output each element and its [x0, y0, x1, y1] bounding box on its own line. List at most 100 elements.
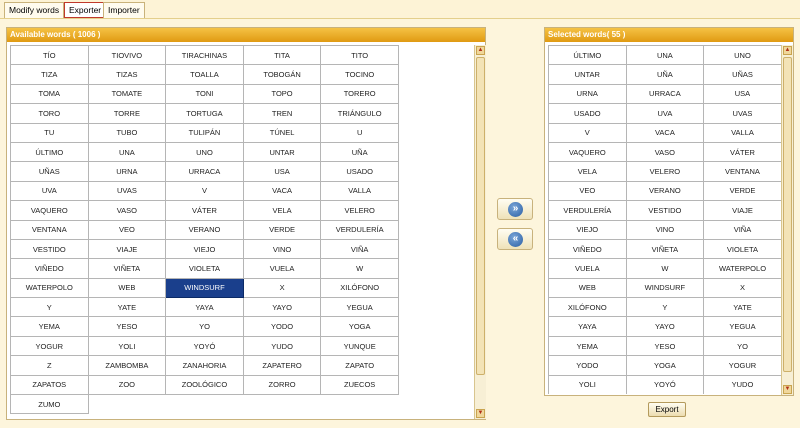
- word-cell[interactable]: TIOVIVO: [87, 45, 167, 66]
- word-cell[interactable]: TÚNEL: [242, 122, 322, 143]
- word-cell[interactable]: TU: [10, 122, 89, 143]
- word-cell[interactable]: YOGUR: [10, 335, 89, 357]
- word-cell[interactable]: VIÑEDO: [548, 238, 627, 260]
- scroll-down-icon[interactable]: ▼: [476, 409, 485, 418]
- word-cell[interactable]: TITA: [242, 45, 322, 66]
- word-cell[interactable]: YATE: [87, 297, 167, 318]
- word-cell[interactable]: V: [548, 122, 627, 143]
- word-cell[interactable]: URRACA: [165, 161, 244, 182]
- word-cell[interactable]: VIEJO: [165, 238, 244, 260]
- word-cell[interactable]: YESO: [87, 316, 167, 337]
- word-cell[interactable]: YOLI: [548, 374, 627, 394]
- word-cell[interactable]: UNA: [625, 45, 705, 66]
- word-cell[interactable]: TORO: [10, 103, 89, 124]
- export-button[interactable]: Export: [648, 402, 686, 417]
- word-cell[interactable]: ZORRO: [242, 374, 322, 396]
- word-cell[interactable]: WATERPOLO: [703, 258, 782, 279]
- word-cell[interactable]: VAQUERO: [548, 141, 627, 163]
- word-cell[interactable]: VERANO: [165, 219, 244, 240]
- word-cell[interactable]: VIEJO: [548, 219, 627, 240]
- word-cell[interactable]: VENTANA: [10, 219, 89, 240]
- word-cell[interactable]: VUELA: [548, 258, 627, 279]
- word-cell[interactable]: VERDE: [242, 219, 322, 240]
- word-cell[interactable]: VACA: [242, 180, 322, 202]
- word-cell[interactable]: TONI: [165, 83, 244, 105]
- word-cell[interactable]: VESTIDO: [625, 200, 705, 221]
- word-cell[interactable]: ZUMO: [10, 394, 89, 415]
- word-cell[interactable]: ZAPATOS: [10, 374, 89, 396]
- scroll-up-icon[interactable]: ▲: [476, 46, 485, 55]
- word-cell[interactable]: USA: [242, 161, 322, 182]
- word-cell[interactable]: TOPO: [242, 83, 322, 105]
- word-cell[interactable]: YEMA: [548, 335, 627, 357]
- word-cell[interactable]: ZUECOS: [320, 374, 399, 396]
- word-cell[interactable]: YAYO: [625, 316, 705, 337]
- tab-exporter[interactable]: Exporter: [64, 2, 107, 18]
- word-cell[interactable]: UNO: [165, 141, 244, 163]
- selected-scrollbar[interactable]: ▲ ▼: [781, 45, 793, 395]
- word-cell[interactable]: TREN: [242, 103, 322, 124]
- word-cell[interactable]: UÑAS: [703, 64, 782, 85]
- word-cell[interactable]: YUDO: [242, 335, 322, 357]
- word-cell[interactable]: TORERO: [320, 83, 399, 105]
- word-cell[interactable]: VUELA: [242, 258, 322, 279]
- scroll-thumb[interactable]: [476, 57, 485, 375]
- word-cell[interactable]: YOLI: [87, 335, 167, 357]
- word-cell[interactable]: VELA: [242, 200, 322, 221]
- word-cell[interactable]: VIÑEDO: [10, 258, 89, 279]
- word-cell[interactable]: TÍO: [10, 45, 89, 66]
- word-cell[interactable]: USADO: [320, 161, 399, 182]
- word-cell[interactable]: VEO: [87, 219, 167, 240]
- word-cell[interactable]: VELA: [548, 161, 627, 182]
- word-cell[interactable]: YATE: [703, 297, 782, 318]
- word-cell[interactable]: U: [320, 122, 399, 143]
- word-cell[interactable]: UÑA: [320, 141, 399, 163]
- word-cell[interactable]: VIÑETA: [87, 258, 167, 279]
- scroll-thumb[interactable]: [783, 57, 792, 372]
- word-cell[interactable]: TIRACHINAS: [165, 45, 244, 66]
- word-cell[interactable]: V: [165, 180, 244, 202]
- word-cell[interactable]: VACA: [625, 122, 705, 143]
- word-cell[interactable]: VIAJE: [703, 200, 782, 221]
- word-cell[interactable]: VIOLETA: [165, 258, 244, 279]
- word-cell[interactable]: TOCINO: [320, 64, 399, 85]
- word-cell[interactable]: ÚLTIMO: [10, 141, 89, 163]
- word-cell[interactable]: UVAS: [703, 103, 782, 124]
- word-cell[interactable]: VERDULERÍA: [320, 219, 399, 240]
- scroll-down-icon[interactable]: ▼: [783, 385, 792, 394]
- word-cell[interactable]: YEGUA: [703, 316, 782, 337]
- word-cell[interactable]: VELERO: [625, 161, 705, 182]
- word-cell[interactable]: UÑAS: [10, 161, 89, 182]
- word-cell[interactable]: Y: [10, 297, 89, 318]
- word-cell[interactable]: TRIÁNGULO: [320, 103, 399, 124]
- word-cell[interactable]: VINO: [242, 238, 322, 260]
- available-scrollbar[interactable]: ▲ ▼: [474, 45, 486, 419]
- word-cell[interactable]: XILÓFONO: [548, 297, 627, 318]
- word-cell[interactable]: XILÓFONO: [320, 277, 399, 299]
- word-cell[interactable]: YODO: [548, 355, 627, 376]
- word-cell[interactable]: ZAPATERO: [242, 355, 322, 376]
- word-cell[interactable]: VIÑA: [320, 238, 399, 260]
- word-cell[interactable]: TULIPÁN: [165, 122, 244, 143]
- word-cell[interactable]: UVA: [10, 180, 89, 202]
- word-cell[interactable]: TUBO: [87, 122, 167, 143]
- word-cell[interactable]: YAYO: [242, 297, 322, 318]
- word-cell[interactable]: X: [242, 277, 322, 299]
- word-cell[interactable]: ZOO: [87, 374, 167, 396]
- word-cell[interactable]: WEB: [548, 277, 627, 299]
- word-cell[interactable]: W: [320, 258, 399, 279]
- word-cell[interactable]: Y: [625, 297, 705, 318]
- word-cell[interactable]: URNA: [548, 83, 627, 105]
- word-cell[interactable]: UVA: [625, 103, 705, 124]
- word-cell[interactable]: YUDO: [703, 374, 782, 394]
- scroll-up-icon[interactable]: ▲: [783, 46, 792, 55]
- word-cell[interactable]: WATERPOLO: [10, 277, 89, 299]
- word-cell[interactable]: VERANO: [625, 180, 705, 202]
- word-cell[interactable]: VEO: [548, 180, 627, 202]
- word-cell[interactable]: WINDSURF: [625, 277, 705, 299]
- word-cell[interactable]: VERDE: [703, 180, 782, 202]
- word-cell[interactable]: URNA: [87, 161, 167, 182]
- word-cell[interactable]: URRACA: [625, 83, 705, 105]
- word-cell[interactable]: YUNQUE: [320, 335, 399, 357]
- word-cell[interactable]: ZAMBOMBA: [87, 355, 167, 376]
